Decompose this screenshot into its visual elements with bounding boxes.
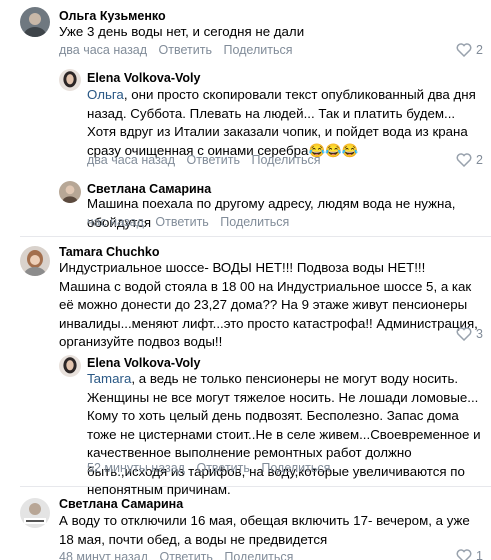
comment-time[interactable]: два часа назад	[87, 153, 175, 167]
avatar[interactable]	[59, 355, 81, 377]
share-button[interactable]: Поделиться	[223, 43, 292, 57]
comment-author[interactable]: Ольга Кузьменко	[59, 9, 166, 23]
comment: Ольга Кузьменко Уже 3 день воды нет, и с…	[0, 0, 491, 60]
comment-time[interactable]: 48 минут назад	[59, 550, 148, 560]
share-button[interactable]: Поделиться	[224, 550, 293, 560]
share-button[interactable]: Поделиться	[220, 215, 289, 229]
mention-link[interactable]: Tamara	[87, 371, 131, 386]
avatar[interactable]	[20, 498, 50, 528]
comment-meta: 48 минут назад Ответить Поделиться	[59, 550, 301, 560]
share-button[interactable]: Поделиться	[261, 461, 330, 475]
divider	[20, 486, 491, 487]
comment-author[interactable]: Tamara Chuchko	[59, 245, 160, 259]
reply-button[interactable]: Ответить	[196, 461, 249, 475]
heart-icon	[456, 153, 472, 167]
reply-button[interactable]: Ответить	[155, 215, 208, 229]
avatar[interactable]	[20, 246, 50, 276]
like-count: 2	[476, 43, 483, 57]
comment-author[interactable]: Elena Volkova-Voly	[87, 71, 200, 85]
reply-button[interactable]: Ответить	[159, 43, 212, 57]
comment-text: Tamara, а ведь не только пенсионеры не м…	[87, 371, 481, 497]
comment: Tamara Chuchko Индустриальное шоссе- ВОД…	[0, 240, 491, 349]
reply-button[interactable]: Ответить	[187, 153, 240, 167]
like-button[interactable]: 2	[456, 43, 483, 57]
like-button[interactable]: 1	[456, 549, 483, 560]
share-button[interactable]: Поделиться	[251, 153, 320, 167]
divider	[20, 236, 491, 237]
comment-author[interactable]: Светлана Самарина	[59, 497, 183, 511]
mention-link[interactable]: Ольга	[87, 87, 124, 102]
heart-icon	[456, 43, 472, 57]
comment-reply: Светлана Самарина Машина поехала по друг…	[0, 176, 491, 232]
like-count: 1	[476, 549, 483, 560]
like-button[interactable]: 2	[456, 153, 483, 167]
comment-text: Индустриальное шоссе- ВОДЫ НЕТ!!! Подвоз…	[59, 260, 478, 349]
like-button[interactable]: 3	[456, 327, 483, 341]
comment-meta: два часа назад Ответить Поделиться	[59, 43, 301, 57]
comment-author[interactable]: Elena Volkova-Voly	[87, 356, 200, 370]
heart-icon	[456, 549, 472, 560]
comment: Светлана Самарина А воду то отключили 16…	[0, 490, 491, 560]
comment-text: Ольга, они просто скопировали текст опуб…	[87, 87, 476, 158]
avatar[interactable]	[20, 7, 50, 37]
like-count: 3	[476, 327, 483, 341]
comment-meta: час назад Ответить Поделиться	[87, 215, 297, 229]
comment-text: Уже 3 день воды нет, и сегодня не дали	[59, 24, 305, 39]
comment-meta: 52 минуты назад Ответить Поделиться	[87, 461, 338, 475]
comment-meta: два часа назад Ответить Поделиться	[87, 153, 329, 167]
avatar[interactable]	[59, 181, 81, 203]
heart-icon	[456, 327, 472, 341]
comment-time[interactable]: час назад	[87, 215, 144, 229]
comment-time[interactable]: 52 минуты назад	[87, 461, 185, 475]
like-count: 2	[476, 153, 483, 167]
comment-time[interactable]: два часа назад	[59, 43, 147, 57]
comment-reply: Elena Volkova-Voly Tamara, а ведь не тол…	[0, 352, 491, 497]
comment-author[interactable]: Светлана Самарина	[87, 182, 211, 196]
comment-reply: Elena Volkova-Voly Ольга, они просто ско…	[0, 62, 491, 172]
comment-text: А воду то отключили 16 мая, обещая включ…	[59, 513, 470, 547]
reply-button[interactable]: Ответить	[159, 550, 212, 560]
avatar[interactable]	[59, 69, 81, 91]
